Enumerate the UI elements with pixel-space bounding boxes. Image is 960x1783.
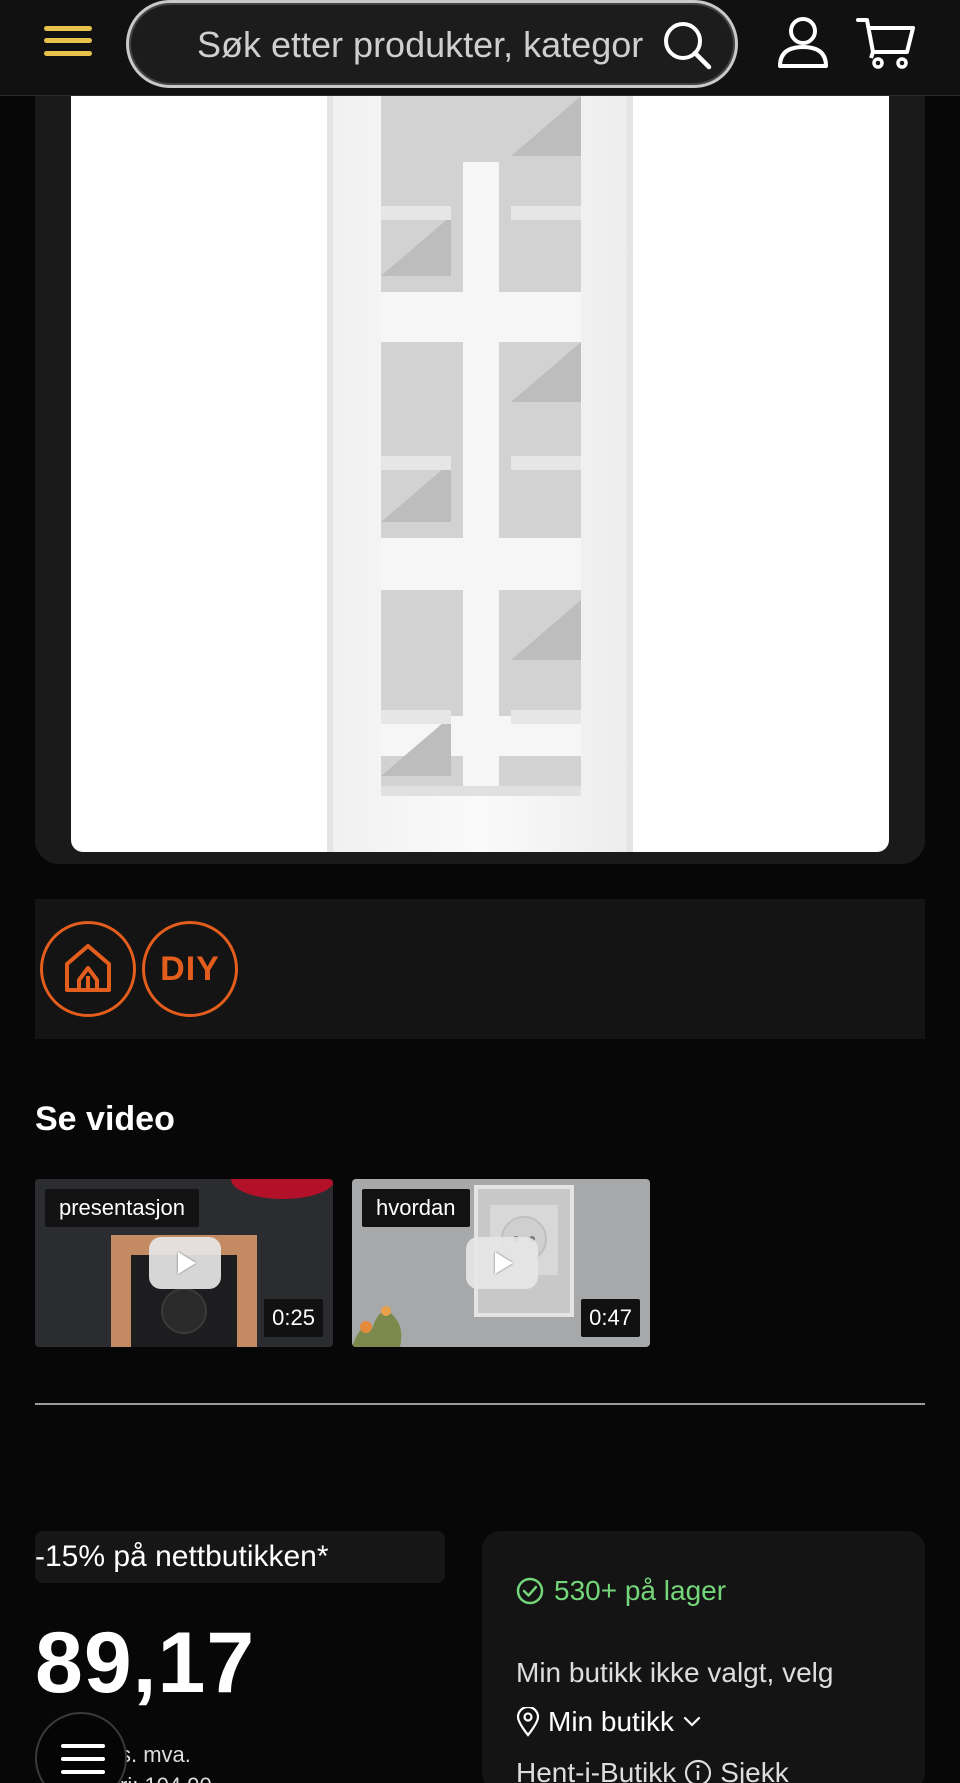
triple-frame-illustration xyxy=(327,96,633,852)
video-section-title: Se video xyxy=(35,1100,175,1138)
price-vat-note: s. mva. xyxy=(120,1742,191,1767)
video-duration: 0:47 xyxy=(581,1299,640,1337)
video-label: presentasjon xyxy=(45,1189,199,1227)
feature-badges: DIY xyxy=(35,899,925,1039)
pickup-row: Hent-i-Butikk Sjekk xyxy=(516,1757,789,1783)
video-thumbnail-howto[interactable]: hvordan 0:47 xyxy=(352,1179,650,1347)
my-store-selector[interactable]: Min butikk xyxy=(516,1706,702,1738)
play-icon[interactable] xyxy=(466,1237,538,1289)
price-original-note: ri: 104,90 xyxy=(120,1773,212,1783)
top-header xyxy=(0,0,960,96)
cart-icon[interactable] xyxy=(856,14,916,70)
search-bar[interactable] xyxy=(126,0,738,88)
diy-badge[interactable]: DIY xyxy=(142,921,238,1017)
stock-status-text: 530+ på lager xyxy=(554,1575,727,1606)
discount-label: -15% på nettbutikken* xyxy=(35,1531,445,1583)
info-icon[interactable] xyxy=(684,1759,712,1783)
video-thumbnail-presentation[interactable]: presentasjon 0:25 xyxy=(35,1179,333,1347)
pickup-label: Hent-i-Butikk xyxy=(516,1757,677,1783)
my-store-label[interactable]: Min butikk xyxy=(548,1706,674,1738)
check-circle-icon xyxy=(516,1577,544,1605)
stock-card: 530+ på lager Min butikk ikke valgt, vel… xyxy=(482,1531,925,1783)
location-pin-icon xyxy=(516,1707,540,1737)
play-icon[interactable] xyxy=(149,1237,221,1289)
stock-status: 530+ på lager xyxy=(516,1575,726,1607)
smart-home-icon[interactable] xyxy=(40,921,136,1017)
pickup-check-link[interactable]: Sjekk xyxy=(720,1757,788,1783)
floating-menu-button[interactable] xyxy=(35,1712,127,1783)
video-duration: 0:25 xyxy=(264,1299,323,1337)
search-icon[interactable] xyxy=(659,17,715,73)
video-label: hvordan xyxy=(362,1189,470,1227)
product-price: 89,17 xyxy=(35,1615,256,1711)
product-image-card xyxy=(35,96,925,864)
user-icon[interactable] xyxy=(776,16,830,70)
product-image[interactable] xyxy=(71,96,889,852)
search-input[interactable] xyxy=(197,17,657,73)
diy-label: DIY xyxy=(160,949,220,988)
store-prompt: Min butikk ikke valgt, velg xyxy=(516,1657,834,1688)
chevron-down-icon xyxy=(683,1716,701,1727)
menu-icon[interactable] xyxy=(44,20,94,62)
section-divider xyxy=(35,1403,925,1405)
